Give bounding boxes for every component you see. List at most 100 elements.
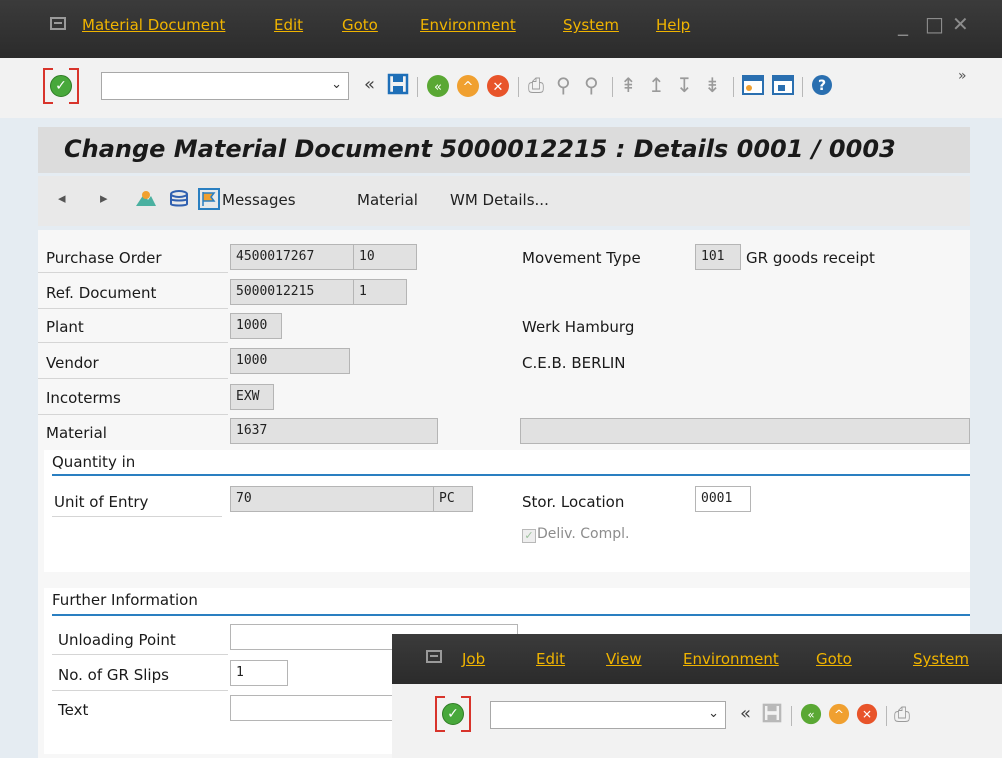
- second-menu-edit[interactable]: Edit: [536, 650, 565, 668]
- second-menu-system[interactable]: System: [913, 650, 969, 668]
- find-icon[interactable]: ⚲: [556, 73, 571, 97]
- second-menu-goto[interactable]: Goto: [816, 650, 852, 668]
- unit-of-entry-field[interactable]: 70: [230, 486, 434, 512]
- second-menu-bar: Job Edit View Environment Goto System: [392, 634, 1002, 684]
- maximize-icon[interactable]: □: [925, 12, 944, 36]
- ref-document-item-field[interactable]: 1: [353, 279, 407, 305]
- material-button[interactable]: Material: [357, 191, 418, 209]
- unloading-point-label: Unloading Point: [58, 631, 176, 649]
- unit-field[interactable]: PC: [433, 486, 473, 512]
- cancel-icon[interactable]: ✕: [486, 74, 510, 103]
- print-icon[interactable]: ⎙: [528, 73, 544, 97]
- find-next-icon[interactable]: ⚲: [584, 73, 599, 97]
- vendor-label: Vendor: [46, 354, 99, 372]
- second-checkmark-icon: ✓: [442, 703, 464, 725]
- incoterms-label: Incoterms: [46, 389, 121, 407]
- plant-field[interactable]: 1000: [230, 313, 282, 339]
- second-print-icon[interactable]: ⎙: [894, 702, 910, 726]
- previous-page-icon[interactable]: ↥: [648, 73, 665, 97]
- ref-document-label: Ref. Document: [46, 284, 157, 302]
- menu-edit[interactable]: Edit: [274, 16, 303, 34]
- create-session-icon[interactable]: [742, 74, 764, 101]
- plant-text: Werk Hamburg: [522, 318, 635, 336]
- application-toolbar: ◂ ▸ Messages Material WM Details...: [38, 176, 970, 226]
- stack-icon[interactable]: [168, 188, 190, 214]
- menu-environment[interactable]: Environment: [420, 16, 516, 34]
- exit-icon[interactable]: ^: [456, 74, 480, 103]
- second-exit-icon[interactable]: ^: [828, 703, 850, 730]
- second-menu-icon[interactable]: [426, 650, 442, 663]
- minimize-icon[interactable]: _: [898, 12, 908, 36]
- menu-view[interactable]: View: [606, 650, 642, 668]
- stor-location-label: Stor. Location: [522, 493, 625, 511]
- second-back-icon[interactable]: «: [800, 703, 822, 730]
- menu-job[interactable]: Job: [462, 650, 485, 668]
- shortcut-icon[interactable]: [772, 74, 794, 101]
- enter-button[interactable]: ✓: [43, 67, 79, 105]
- menu-icon[interactable]: [50, 17, 66, 30]
- ref-document-field[interactable]: 5000012215: [230, 279, 354, 305]
- stor-location-field[interactable]: 0001: [695, 486, 751, 512]
- chevron-down-icon[interactable]: ⌄: [331, 77, 342, 92]
- material-field[interactable]: 1637: [230, 418, 438, 444]
- first-page-icon[interactable]: ⇞: [620, 73, 637, 97]
- svg-text:«: «: [434, 80, 442, 95]
- second-cancel-icon[interactable]: ✕: [856, 703, 878, 730]
- close-icon[interactable]: ✕: [952, 12, 969, 36]
- purchase-order-field[interactable]: 4500017267: [230, 244, 354, 270]
- next-item-icon[interactable]: ▸: [100, 189, 108, 207]
- svg-text:✕: ✕: [862, 708, 872, 722]
- second-window: Job Edit View Environment Goto System ✓ …: [392, 634, 1002, 758]
- svg-text:«: «: [807, 708, 814, 722]
- menu-help[interactable]: Help: [656, 16, 690, 34]
- second-command-field[interactable]: ⌄: [490, 701, 726, 729]
- material-label: Material: [46, 424, 107, 442]
- quantity-group: Quantity in Unit of Entry 70 PC Stor. Lo…: [44, 450, 970, 572]
- text-label: Text: [58, 701, 89, 719]
- next-page-icon[interactable]: ↧: [676, 73, 693, 97]
- more-icon[interactable]: »: [958, 64, 967, 88]
- second-enter-button[interactable]: ✓: [435, 695, 471, 733]
- messages-icon[interactable]: [198, 188, 220, 214]
- second-double-left-icon[interactable]: «: [740, 702, 751, 726]
- menu-goto[interactable]: Goto: [342, 16, 378, 34]
- page-title: Change Material Document 5000012215 : De…: [64, 135, 896, 163]
- vendor-field[interactable]: 1000: [230, 348, 350, 374]
- second-chevron-down-icon[interactable]: ⌄: [708, 706, 719, 721]
- checkmark-icon: ✓: [50, 75, 72, 97]
- title-bar: Change Material Document 5000012215 : De…: [38, 127, 970, 173]
- command-field[interactable]: ⌄: [101, 72, 349, 100]
- menu-bar: Material Document Edit Goto Environment …: [0, 0, 1002, 58]
- back-icon[interactable]: «: [426, 74, 450, 103]
- help-icon[interactable]: ?: [811, 74, 833, 101]
- purchase-order-label: Purchase Order: [46, 249, 162, 267]
- movement-type-field[interactable]: 101: [695, 244, 741, 270]
- wm-details-button[interactable]: WM Details...: [450, 191, 549, 209]
- second-menu-environment[interactable]: Environment: [683, 650, 779, 668]
- quantity-group-title: Quantity in: [52, 453, 136, 471]
- deliv-compl-checkbox[interactable]: ✓: [522, 529, 536, 543]
- svg-text:^: ^: [834, 708, 844, 722]
- svg-text:?: ?: [818, 78, 826, 94]
- purchase-order-item-field[interactable]: 10: [353, 244, 417, 270]
- overview-icon[interactable]: [134, 188, 158, 214]
- last-page-icon[interactable]: ⇟: [704, 73, 721, 97]
- gr-slips-field[interactable]: 1: [230, 660, 288, 686]
- deliv-compl-label: Deliv. Compl.: [537, 526, 630, 542]
- unit-of-entry-label: Unit of Entry: [54, 493, 149, 511]
- material-description-field: [520, 418, 970, 444]
- second-save-icon[interactable]: [762, 703, 782, 728]
- previous-item-icon[interactable]: ◂: [58, 189, 66, 207]
- movement-type-label: Movement Type: [522, 249, 641, 267]
- save-icon[interactable]: [387, 73, 409, 100]
- svg-text:^: ^: [463, 80, 474, 95]
- standard-toolbar: ✓ ⌄ « « ^ ✕ ⎙ ⚲ ⚲ ⇞ ↥ ↧ ⇟ ? »: [0, 58, 1002, 118]
- svg-text:✕: ✕: [493, 80, 504, 95]
- menu-system[interactable]: System: [563, 16, 619, 34]
- plant-label: Plant: [46, 318, 84, 336]
- vendor-text: C.E.B. BERLIN: [522, 354, 626, 372]
- messages-button[interactable]: Messages: [222, 191, 296, 209]
- menu-material-document[interactable]: Material Document: [82, 16, 225, 34]
- incoterms-field[interactable]: EXW: [230, 384, 274, 410]
- double-left-icon[interactable]: «: [364, 73, 375, 97]
